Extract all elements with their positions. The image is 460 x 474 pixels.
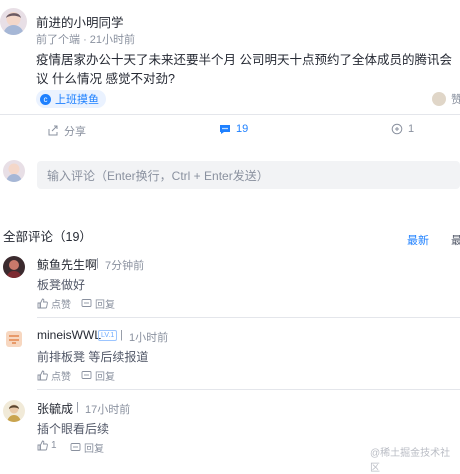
reply-label: 回复	[95, 372, 115, 383]
reply-label: 回复	[84, 444, 104, 455]
collect-count: 1	[408, 123, 415, 135]
reply-label: 回复	[95, 300, 115, 311]
collect-icon	[391, 123, 403, 135]
comments-title: 全部评论（19）	[3, 230, 92, 244]
comment-time-separator: |	[76, 401, 79, 413]
commenter-avatar[interactable]	[3, 328, 25, 350]
comment-text: 前排板凳 等后续报道	[37, 350, 149, 364]
watermark: @稀土掘金技术社区	[370, 448, 451, 474]
post-meta: 前了个端 · 21小时前	[36, 31, 135, 47]
like-label: 点赞	[51, 300, 71, 311]
post-divider	[0, 114, 460, 115]
share-label: 分享	[64, 126, 86, 138]
comment-reply-button[interactable]: 回复	[81, 368, 115, 383]
thumb-up-icon	[37, 370, 48, 381]
commenter-avatar[interactable]	[3, 256, 25, 278]
post-content: 疫情居家办公十天了未来还要半个月 公司明天十点预约了全体成员的腾讯会议 什么情况…	[36, 53, 452, 86]
collect-button[interactable]: 1	[391, 123, 414, 135]
sort-latest-tab[interactable]: 最新	[407, 232, 429, 248]
share-button[interactable]: 分享	[47, 123, 86, 139]
share-icon	[48, 125, 58, 136]
thumb-up-icon	[37, 298, 48, 309]
comment-time: 17小时前	[85, 404, 131, 416]
comment-count: 19	[236, 123, 249, 135]
thumb-up-icon	[37, 440, 48, 451]
current-user-avatar	[3, 160, 25, 182]
comment-button[interactable]: 19	[219, 123, 248, 135]
user-level-badge: LV.1	[98, 330, 118, 341]
comment-like-button[interactable]: 1	[37, 440, 57, 451]
comment-divider	[37, 317, 460, 318]
comment-text: 插个眼看后续	[37, 422, 110, 436]
like-count: 1	[51, 440, 57, 451]
sort-hot-tab[interactable]: 最	[451, 232, 460, 248]
topic-tag-label: 上班摸鱼	[55, 94, 99, 106]
topic-icon: c	[40, 93, 51, 105]
comment-reply-button[interactable]: 回复	[70, 440, 104, 455]
post-author-name[interactable]: 前进的小明同学	[36, 12, 124, 31]
comment-input[interactable]: 输入评论（Enter换行，Ctrl + Enter发送）	[37, 161, 460, 189]
comment-like-button[interactable]: 点赞	[37, 296, 71, 311]
reply-icon	[70, 443, 81, 451]
comment-author[interactable]: mineisWWL	[37, 328, 101, 342]
comment-time: 1小时前	[129, 332, 169, 344]
liker-avatar	[432, 92, 446, 106]
comment-text: 板凳做好	[37, 278, 86, 292]
comment-author[interactable]: 张毓成	[37, 400, 73, 417]
author-avatar[interactable]	[0, 8, 27, 35]
like-users[interactable]: 赞	[432, 91, 460, 107]
comment-reply-button[interactable]: 回复	[81, 296, 115, 311]
comment-time-separator: |	[96, 257, 99, 269]
comment-like-button[interactable]: 点赞	[37, 368, 71, 383]
comment-divider	[37, 389, 460, 390]
comment-time: 7分钟前	[105, 260, 145, 272]
comment-author[interactable]: 鲸鱼先生啊	[37, 256, 97, 273]
comment-time-separator: |	[120, 329, 123, 341]
post-time: 21小时前	[89, 34, 136, 46]
comment-icon	[220, 125, 230, 134]
post-meta-prefix: 前了个端	[36, 34, 80, 46]
topic-tag[interactable]: c 上班摸鱼	[36, 90, 106, 108]
commenter-avatar[interactable]	[3, 400, 25, 422]
like-label: 点赞	[51, 372, 71, 383]
reply-icon	[81, 371, 92, 379]
reply-icon	[81, 299, 92, 307]
like-label: 赞	[451, 94, 460, 106]
meta-separator: ·	[83, 34, 90, 46]
